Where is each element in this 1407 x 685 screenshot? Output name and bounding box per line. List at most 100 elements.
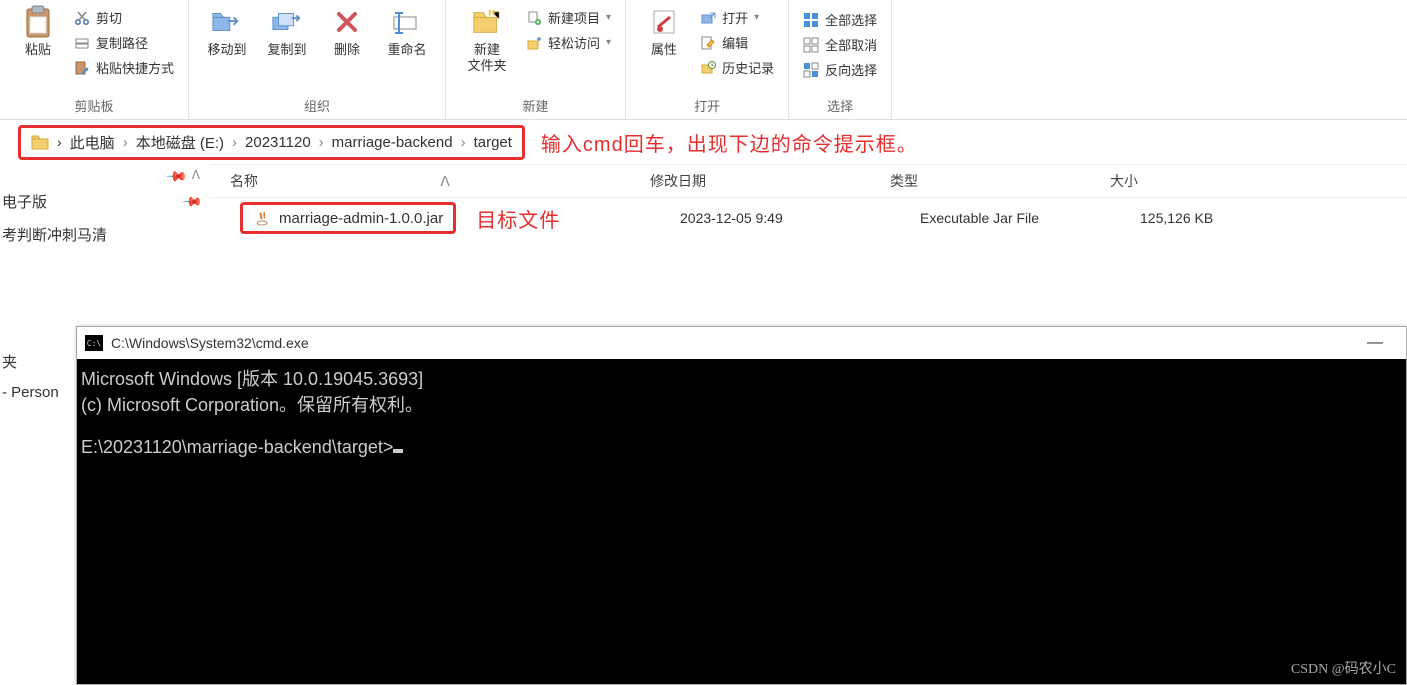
cut-label: 剪切 xyxy=(96,8,122,27)
ribbon-group-clipboard: 粘贴 剪切 复制路径 粘贴快捷方式 剪贴板 xyxy=(0,0,189,119)
edit-button[interactable]: 编辑 xyxy=(700,33,774,52)
paste-button[interactable]: 粘贴 xyxy=(8,4,68,60)
col-size[interactable]: 大小 xyxy=(1110,171,1270,191)
select-all-label: 全部选择 xyxy=(825,10,877,29)
watermark: CSDN @码农小C xyxy=(1291,658,1396,678)
cmd-body[interactable]: Microsoft Windows [版本 10.0.19045.3693] (… xyxy=(77,359,1406,684)
crumb-0[interactable]: 此电脑 xyxy=(70,132,115,153)
ribbon-group-organize: 移动到 复制到 删除 重命名 组织 xyxy=(189,0,446,119)
group-clipboard-label: 剪贴板 xyxy=(8,94,180,117)
address-bar[interactable]: › 此电脑› 本地磁盘 (E:)› 20231120› marriage-bac… xyxy=(18,125,525,160)
edit-icon xyxy=(700,35,716,51)
delete-button[interactable]: 删除 xyxy=(317,4,377,60)
cut-button[interactable]: 剪切 xyxy=(74,8,174,27)
col-type[interactable]: 类型 xyxy=(890,171,1110,191)
select-none-label: 全部取消 xyxy=(825,35,877,54)
copy-path-label: 复制路径 xyxy=(96,33,148,52)
group-organize-label: 组织 xyxy=(197,94,437,117)
select-invert-icon xyxy=(803,62,819,78)
file-size: 125,126 KB xyxy=(1140,210,1300,226)
group-open-label: 打开 xyxy=(634,94,780,117)
group-select-label: 选择 xyxy=(797,94,883,117)
file-name: marriage-admin-1.0.0.jar xyxy=(279,210,443,227)
column-headers[interactable]: 名称 ᐱ 修改日期 类型 大小 xyxy=(210,164,1407,198)
ribbon-group-new: 新建 文件夹 新建项目 ▾ 轻松访问 ▾ 新建 xyxy=(446,0,626,119)
select-all-button[interactable]: 全部选择 xyxy=(803,10,877,29)
ribbon-group-select: 全部选择 全部取消 反向选择 选择 xyxy=(789,0,892,119)
move-to-label: 移动到 xyxy=(208,42,247,58)
move-to-button[interactable]: 移动到 xyxy=(197,4,257,60)
cmd-prompt: E:\20231120\marriage-backend\target> xyxy=(81,437,393,457)
scissors-icon xyxy=(74,10,90,26)
delete-icon xyxy=(331,6,363,38)
ribbon-group-open: 属性 打开 ▾ 编辑 历史记录 打开 xyxy=(626,0,789,119)
select-none-icon xyxy=(803,37,819,53)
open-icon xyxy=(700,10,716,26)
properties-label: 属性 xyxy=(651,42,677,58)
copy-path-icon xyxy=(74,35,90,51)
copy-to-icon xyxy=(271,6,303,38)
nav-personal-label: - Person xyxy=(2,384,59,401)
history-label: 历史记录 xyxy=(722,58,774,77)
col-date[interactable]: 修改日期 xyxy=(650,171,890,191)
rename-icon xyxy=(391,6,423,38)
copy-to-button[interactable]: 复制到 xyxy=(257,4,317,60)
new-folder-button[interactable]: 新建 文件夹 xyxy=(454,4,520,76)
file-date: 2023-12-05 9:49 xyxy=(680,210,920,226)
file-name-highlight: marriage-admin-1.0.0.jar xyxy=(240,202,456,234)
file-row[interactable]: marriage-admin-1.0.0.jar 目标文件 2023-12-05… xyxy=(210,198,1407,238)
crumb-4[interactable]: target xyxy=(474,134,512,151)
chevron-right-icon: › xyxy=(57,134,62,150)
cmd-window: C:\ C:\Windows\System32\cmd.exe — Micros… xyxy=(76,326,1407,685)
group-new-label: 新建 xyxy=(454,94,617,117)
cmd-titlebar[interactable]: C:\ C:\Windows\System32\cmd.exe — xyxy=(77,327,1406,359)
move-to-icon xyxy=(211,6,243,38)
cmd-line1: Microsoft Windows [版本 10.0.19045.3693] xyxy=(81,369,423,389)
easy-access-button[interactable]: 轻松访问 ▾ xyxy=(526,33,611,52)
copy-to-label: 复制到 xyxy=(268,42,307,58)
sort-indicator-icon: ᐱ xyxy=(438,173,452,190)
crumb-2[interactable]: 20231120 xyxy=(245,134,311,151)
new-item-label: 新建项目 xyxy=(548,8,600,27)
select-none-button[interactable]: 全部取消 xyxy=(803,35,877,54)
new-folder-icon xyxy=(471,6,503,38)
cmd-line2: (c) Microsoft Corporation。保留所有权利。 xyxy=(81,395,423,415)
col-name[interactable]: 名称 xyxy=(230,171,258,191)
rename-label: 重命名 xyxy=(388,42,427,58)
nav-item-1[interactable]: 考判断冲刺马清 xyxy=(0,218,210,251)
history-icon xyxy=(700,60,716,76)
crumb-3[interactable]: marriage-backend xyxy=(332,134,453,151)
rename-button[interactable]: 重命名 xyxy=(377,4,437,60)
paste-label: 粘贴 xyxy=(25,42,51,58)
cmd-title-text: C:\Windows\System32\cmd.exe xyxy=(111,335,309,351)
properties-button[interactable]: 属性 xyxy=(634,4,694,60)
address-bar-row: › 此电脑› 本地磁盘 (E:)› 20231120› marriage-bac… xyxy=(0,120,1407,164)
cursor-icon xyxy=(393,449,403,453)
nav-item-0[interactable]: 电子版 📌 xyxy=(0,185,210,218)
properties-icon xyxy=(648,6,680,38)
select-invert-label: 反向选择 xyxy=(825,60,877,79)
select-invert-button[interactable]: 反向选择 xyxy=(803,60,877,79)
jar-file-icon xyxy=(253,209,271,227)
new-item-button[interactable]: 新建项目 ▾ xyxy=(526,8,611,27)
annotation-target: 目标文件 xyxy=(476,204,560,233)
select-all-icon xyxy=(803,12,819,28)
crumb-1[interactable]: 本地磁盘 (E:) xyxy=(136,132,224,153)
new-folder-label: 新建 文件夹 xyxy=(468,42,507,74)
clipboard-icon xyxy=(22,6,54,38)
breadcrumb[interactable]: 此电脑› 本地磁盘 (E:)› 20231120› marriage-backe… xyxy=(70,132,512,153)
nav-item-label: 考判断冲刺马清 xyxy=(2,224,107,245)
minimize-button[interactable]: — xyxy=(1352,334,1398,352)
edit-label: 编辑 xyxy=(722,33,748,52)
open-button[interactable]: 打开 ▾ xyxy=(700,8,774,27)
paste-shortcut-label: 粘贴快捷方式 xyxy=(96,58,174,77)
easy-access-label: 轻松访问 xyxy=(548,33,600,52)
nav-item-label: 电子版 xyxy=(2,191,47,212)
new-item-icon xyxy=(526,10,542,26)
history-button[interactable]: 历史记录 xyxy=(700,58,774,77)
annotation-address: 输入cmd回车，出现下边的命令提示框。 xyxy=(541,128,918,157)
paste-shortcut-icon xyxy=(74,60,90,76)
chevron-up-icon[interactable]: ᐱ xyxy=(192,168,200,185)
copy-path-button[interactable]: 复制路径 xyxy=(74,33,174,52)
paste-shortcut-button[interactable]: 粘贴快捷方式 xyxy=(74,58,174,77)
